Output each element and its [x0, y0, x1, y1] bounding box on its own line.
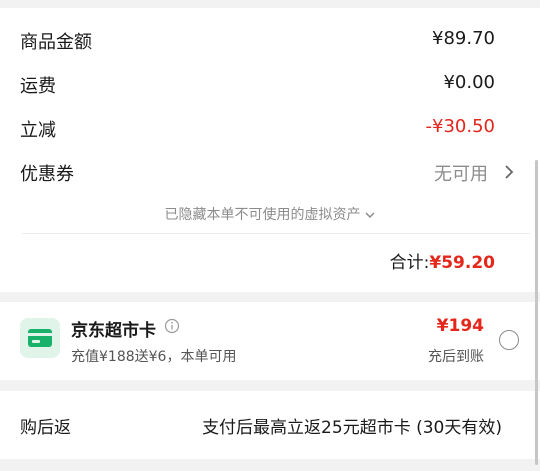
supermarket-card-option[interactable]: 京东超市卡 充值¥188送¥6，本单可用 ¥194 充后到账 — [0, 302, 540, 380]
info-icon[interactable] — [164, 318, 180, 334]
rebate-value: 支付后最高立返25元超市卡 (30天有效) — [202, 418, 502, 438]
scrollbar[interactable] — [535, 160, 538, 465]
total: 合计:¥59.20 — [390, 248, 495, 273]
shipping-value: ¥0.00 — [443, 72, 495, 93]
discount-row: 立减 -¥30.50 — [0, 106, 540, 150]
goods-amount-value: ¥89.70 — [432, 28, 495, 49]
rebate-card: 购后返 支付后最高立返25元超市卡 (30天有效) — [0, 391, 540, 459]
discount-label: 立减 — [20, 120, 56, 141]
credit-card-icon — [20, 318, 60, 358]
total-value: ¥59.20 — [429, 253, 495, 273]
order-summary-card: 商品金额 ¥89.70 运费 ¥0.00 立减 -¥30.50 优惠券 无可用 … — [0, 8, 540, 292]
shipping-label: 运费 — [20, 76, 56, 97]
chevron-down-icon — [364, 212, 375, 219]
discount-value: -¥30.50 — [425, 116, 495, 137]
rebate-label: 购后返 — [20, 418, 71, 438]
hidden-assets-toggle[interactable]: 已隐藏本单不可使用的虚拟资产 — [0, 204, 540, 224]
chevron-right-icon[interactable] — [500, 163, 518, 181]
total-label: 合计: — [389, 253, 430, 273]
coupon-row[interactable]: 优惠券 无可用 — [0, 150, 540, 194]
supermarket-card-note: 充后到账 — [428, 349, 484, 365]
supermarket-card-price: ¥194 — [436, 316, 484, 336]
supermarket-card-subtitle: 充值¥188送¥6，本单可用 — [71, 349, 237, 365]
divider — [22, 233, 530, 234]
coupon-value: 无可用 — [434, 164, 488, 185]
hidden-assets-text: 已隐藏本单不可使用的虚拟资产 — [164, 207, 361, 223]
coupon-label: 优惠券 — [20, 164, 74, 185]
goods-amount-label: 商品金额 — [20, 32, 92, 53]
goods-amount-row: 商品金额 ¥89.70 — [0, 18, 540, 62]
supermarket-card-radio[interactable] — [499, 330, 519, 350]
shipping-row: 运费 ¥0.00 — [0, 62, 540, 106]
supermarket-card-title: 京东超市卡 — [71, 321, 156, 341]
